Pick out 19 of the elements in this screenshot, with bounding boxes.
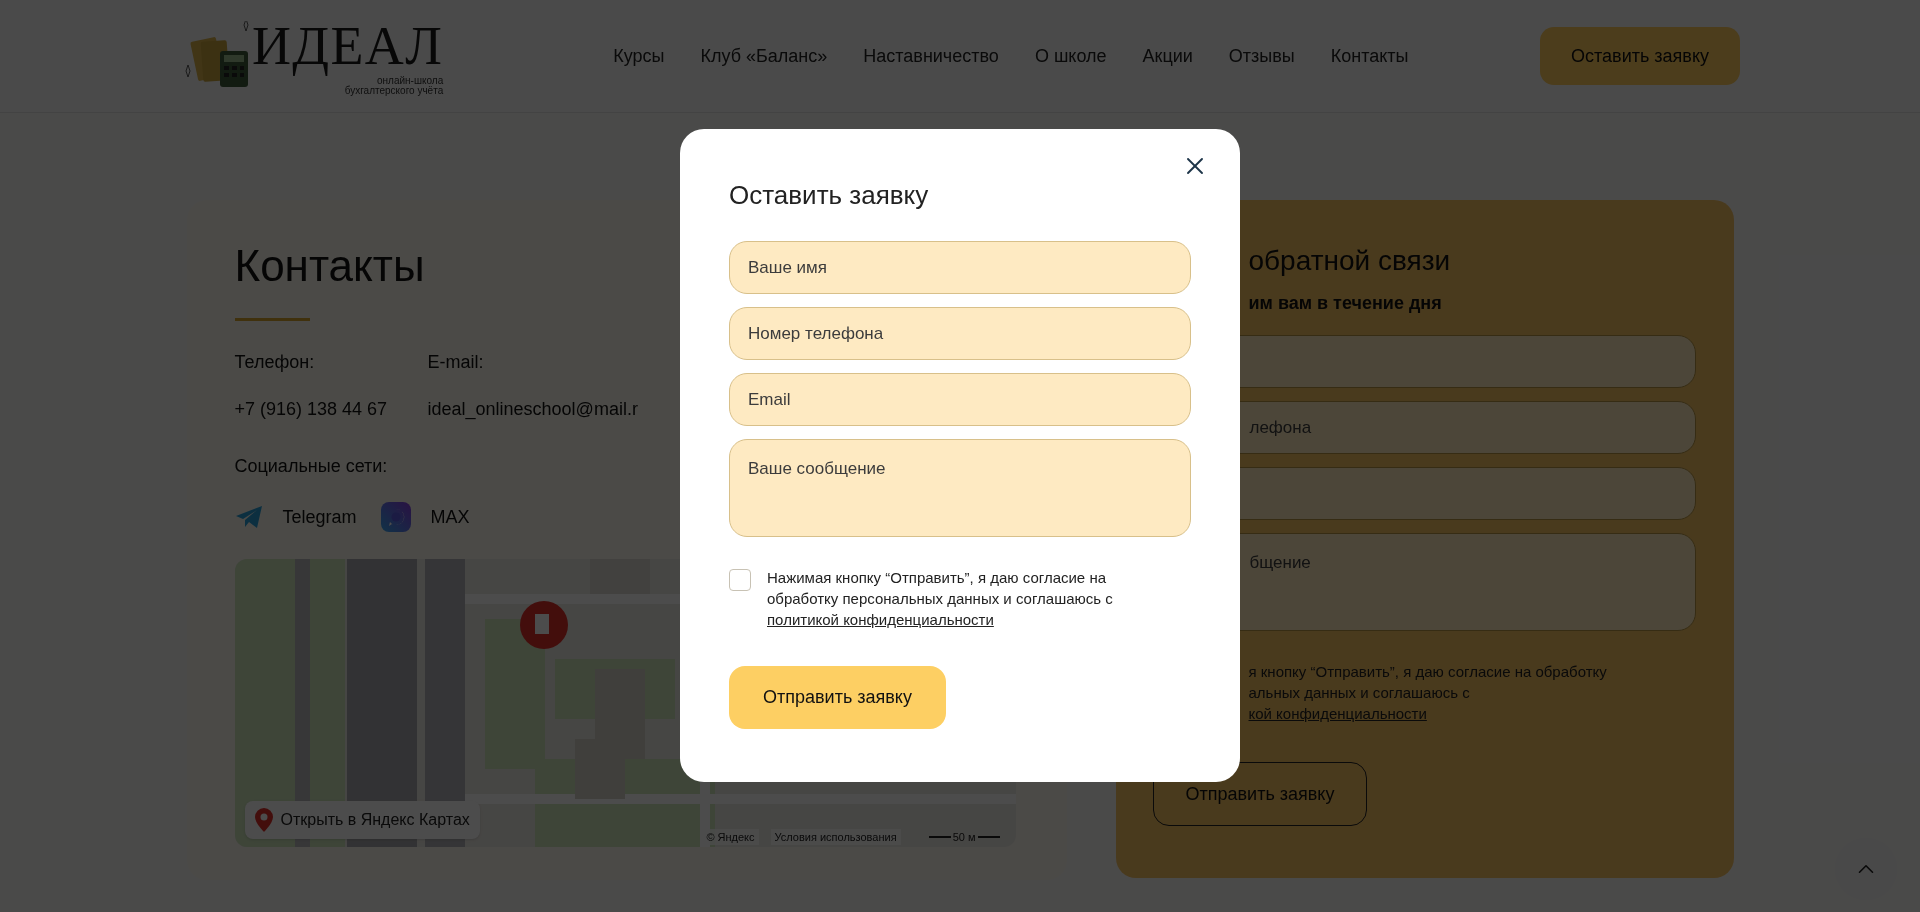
feedback-subtitle: им вам в течение дня — [1247, 292, 1443, 315]
consent-text: Нажимая кнопку “Отправить”, я даю согласие на обработку персональных данных и соглашаюсь с политикой конфиденциальности — [767, 568, 1114, 630]
email-label: E-mail: — [427, 351, 485, 374]
input-field[interactable]: Email — [729, 373, 1191, 426]
privacy-policy-link[interactable]: политикой конфиденциальности — [767, 611, 994, 628]
message-field[interactable]: Ваше сообщение — [729, 439, 1191, 537]
input-field[interactable]: Ваше имя — [729, 241, 1191, 294]
submit-button[interactable]: Отправить заявку — [729, 666, 946, 729]
logo-subtitle: бухгалтерского учёта — [344, 86, 444, 96]
input-field[interactable]: Номер телефона — [729, 307, 1191, 360]
consent-checkbox[interactable] — [729, 569, 751, 591]
phone-label: Телефон: — [234, 351, 316, 374]
logo-subtitle: онлайн-школа — [377, 76, 444, 86]
social-label: Социальные сети: — [234, 455, 388, 478]
feedback-heading: обратной связи — [1247, 244, 1452, 278]
privacy-policy-link[interactable]: кой конфиденциальности — [1248, 705, 1427, 722]
logo-title: ИДЕАЛ — [252, 16, 444, 76]
contacts-heading: Контакты — [234, 240, 425, 292]
modal-title: Оставить заявку — [729, 179, 930, 211]
